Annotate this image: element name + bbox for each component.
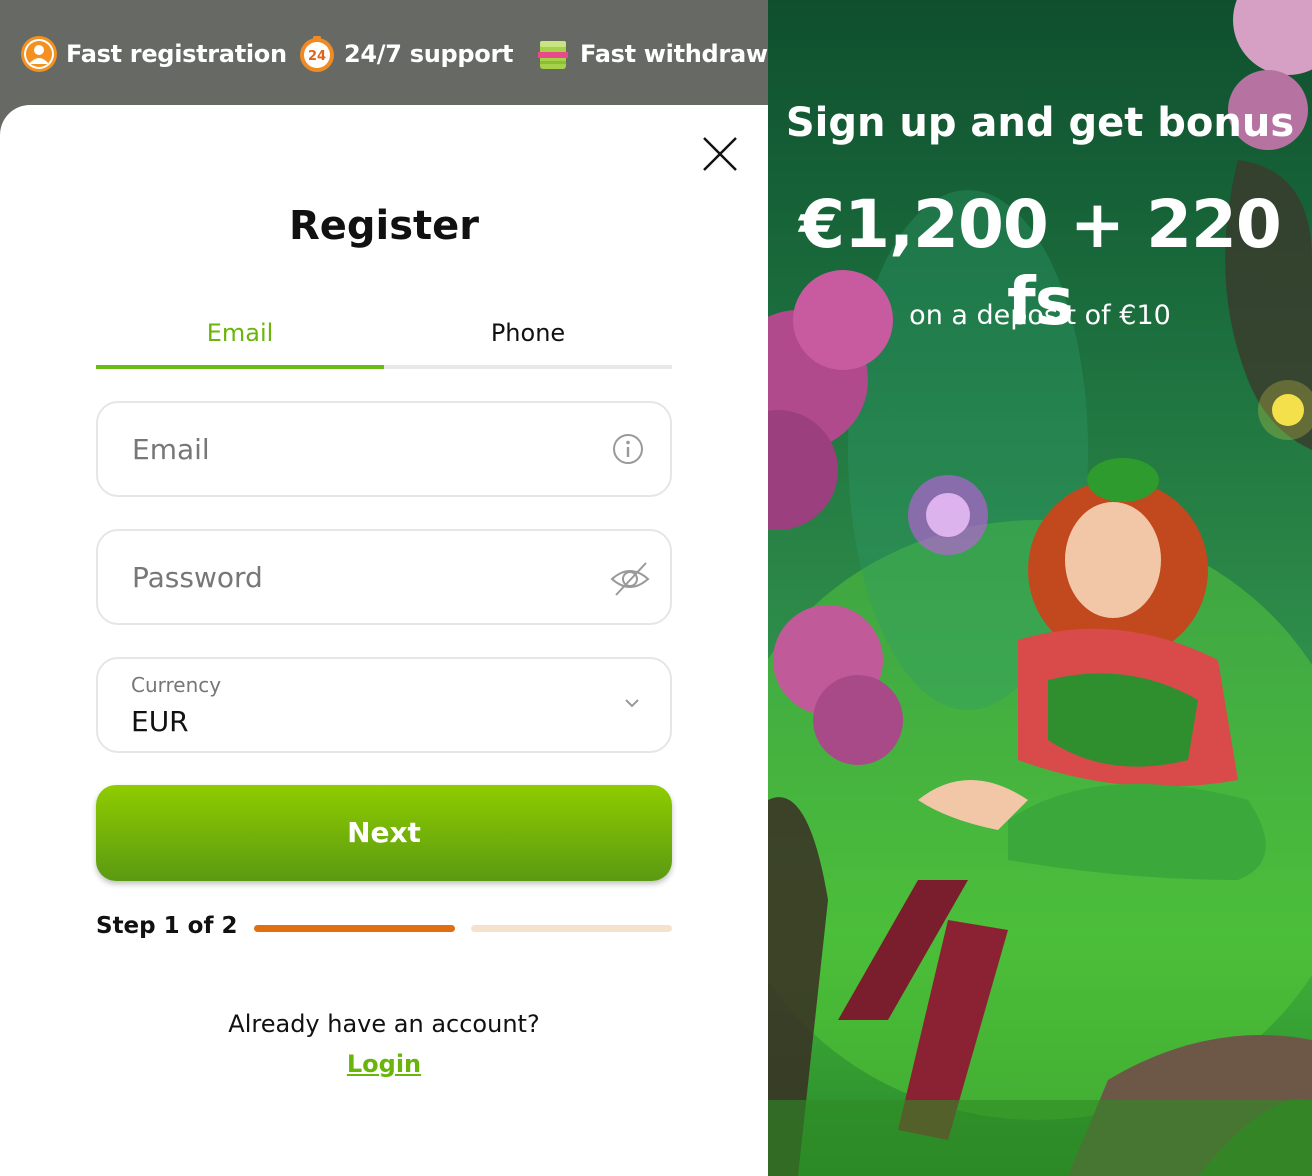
password-placeholder: Password (132, 561, 263, 594)
account-question: Already have an account? (228, 1010, 540, 1038)
step-label: Step 1 of 2 (96, 913, 238, 939)
feature-label: Fast registration (66, 40, 287, 68)
register-tabs: Email Phone (96, 312, 672, 369)
feature-withdrawal: Fast withdrawal (534, 34, 768, 74)
money-stack-icon (538, 41, 568, 69)
tab-email[interactable]: Email (96, 312, 384, 366)
features-bar: Fast registration 24 24/7 support Fast w… (0, 0, 768, 105)
close-icon[interactable] (700, 134, 740, 174)
currency-select[interactable]: Currency EUR (96, 657, 672, 753)
login-link[interactable]: Login (0, 1050, 768, 1078)
promo-title: Sign up and get bonus (785, 100, 1295, 146)
feature-label: Fast withdrawal (580, 40, 768, 68)
eye-off-icon[interactable] (608, 557, 652, 601)
feature-support: 24 24/7 support (298, 34, 513, 74)
tab-phone[interactable]: Phone (384, 312, 672, 366)
tab-active-indicator (96, 365, 384, 369)
user-icon (21, 36, 57, 72)
chevron-down-icon (625, 699, 639, 708)
feature-fast-registration: Fast registration (20, 34, 287, 74)
promo-subtitle: on a deposit of €10 (909, 300, 1171, 331)
currency-label: Currency (131, 673, 222, 697)
currency-value: EUR (131, 705, 189, 738)
next-button[interactable]: Next (96, 785, 672, 881)
feature-label: 24/7 support (344, 40, 514, 68)
promo-panel: Sign up and get bonus €1,200 + 220 fs on… (768, 0, 1312, 1176)
clock-24-icon: 24 (300, 36, 334, 72)
page-title: Register (288, 203, 480, 249)
clock-badge-text: 24 (308, 49, 326, 64)
info-icon[interactable] (608, 429, 648, 469)
email-field[interactable]: Email (96, 401, 672, 497)
email-placeholder: Email (132, 433, 210, 466)
password-field[interactable]: Password (96, 529, 672, 625)
promo-illustration (768, 0, 1312, 1176)
step-progress-2 (471, 925, 672, 932)
step-progress-1 (254, 925, 455, 932)
